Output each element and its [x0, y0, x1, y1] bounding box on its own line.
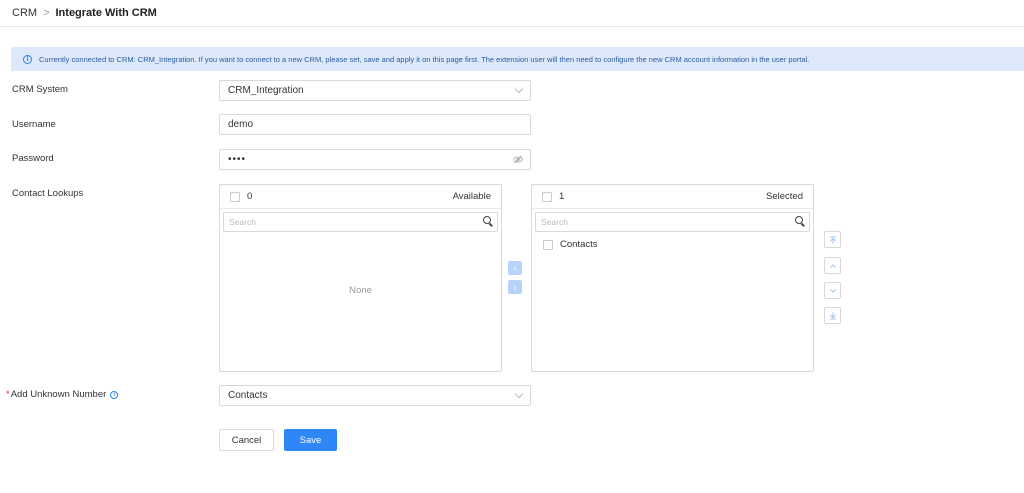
chevron-down-icon: [514, 389, 524, 399]
move-to-top-icon: [829, 236, 836, 243]
move-to-top-button[interactable]: [824, 231, 841, 248]
move-up-button[interactable]: [824, 257, 841, 274]
move-to-bottom-icon: [829, 312, 836, 319]
available-empty-text: None: [349, 285, 372, 296]
chevron-up-icon: [829, 263, 836, 268]
add-unknown-number-value: Contacts: [228, 390, 268, 401]
selected-search-placeholder: Search: [541, 217, 568, 227]
chevron-left-icon: ‹: [513, 263, 517, 273]
chevron-down-icon: [514, 84, 524, 94]
password-label: Password: [12, 153, 54, 164]
help-icon[interactable]: i: [110, 391, 119, 399]
chevron-down-icon: [829, 288, 836, 293]
add-unknown-number-select[interactable]: Contacts: [219, 385, 531, 406]
crm-system-label: CRM System: [12, 84, 68, 95]
available-panel-header: 0 Available: [220, 185, 501, 209]
info-icon: i: [23, 54, 32, 64]
item-checkbox[interactable]: [543, 239, 553, 250]
username-label: Username: [12, 119, 56, 130]
available-select-all-checkbox[interactable]: [230, 191, 240, 202]
breadcrumb-crm-link[interactable]: CRM: [12, 7, 37, 19]
search-icon[interactable]: [795, 216, 803, 224]
password-field[interactable]: ••••: [219, 149, 531, 170]
available-count: 0: [247, 191, 253, 202]
available-panel: 0 Available Search None: [219, 184, 502, 372]
required-mark: *: [6, 389, 10, 400]
username-field[interactable]: demo: [219, 114, 531, 135]
add-unknown-number-text: Add Unknown Number: [10, 389, 107, 400]
list-item[interactable]: Contacts: [532, 232, 813, 250]
add-unknown-number-label: *Add Unknown Number i: [6, 389, 119, 400]
selected-title: Selected: [766, 191, 803, 202]
save-button[interactable]: Save: [284, 429, 337, 451]
cancel-button[interactable]: Cancel: [219, 429, 274, 451]
breadcrumb-separator: >: [43, 7, 50, 19]
list-item-label: Contacts: [560, 239, 598, 250]
move-down-button[interactable]: [824, 282, 841, 299]
crm-system-select[interactable]: CRM_Integration: [219, 80, 531, 101]
move-right-button[interactable]: ›: [508, 280, 522, 294]
password-value: ••••: [228, 154, 247, 165]
move-to-bottom-button[interactable]: [824, 307, 841, 324]
info-banner: i Currently connected to CRM: CRM_Integr…: [11, 47, 1024, 71]
contact-lookups-label: Contact Lookups: [12, 188, 84, 199]
selected-count: 1: [559, 191, 565, 202]
username-value: demo: [228, 119, 254, 130]
search-icon[interactable]: [483, 216, 491, 224]
crm-system-value: CRM_Integration: [228, 85, 304, 96]
selected-panel: 1 Selected Search Contacts: [531, 184, 814, 372]
available-search-placeholder: Search: [229, 217, 256, 227]
info-banner-text: Currently connected to CRM: CRM_Integrat…: [39, 54, 810, 64]
chevron-right-icon: ›: [513, 282, 517, 292]
available-title: Available: [452, 191, 491, 202]
selected-search-input[interactable]: Search: [535, 212, 810, 232]
selected-select-all-checkbox[interactable]: [542, 191, 552, 202]
breadcrumb: CRM > Integrate With CRM: [0, 0, 1024, 27]
available-search-input[interactable]: Search: [223, 212, 498, 232]
page-title: Integrate With CRM: [55, 7, 157, 19]
selected-panel-header: 1 Selected: [532, 185, 813, 209]
eye-hidden-icon[interactable]: [513, 155, 523, 166]
move-left-button[interactable]: ‹: [508, 261, 522, 275]
